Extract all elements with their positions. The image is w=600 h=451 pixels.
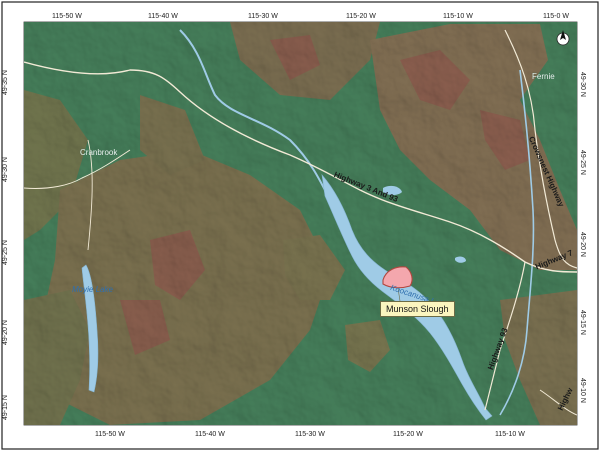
lake-label-moyie: Moyie Lake — [72, 285, 113, 294]
grid-label-right: 49-20 N — [579, 232, 586, 257]
grid-label-left: 49-35 N — [2, 70, 9, 95]
grid-label-top: 115-30 W — [248, 13, 278, 20]
grid-label-right: 49-10 N — [579, 378, 586, 403]
grid-label-right: 49-15 N — [579, 310, 586, 335]
north-arrow-icon — [556, 30, 570, 46]
town-label-fernie: Fernie — [532, 72, 555, 81]
grid-label-top: 115-20 W — [346, 13, 376, 20]
grid-label-right: 49-30 N — [579, 72, 586, 97]
town-label-cranbrook: Cranbrook — [80, 148, 118, 157]
grid-label-top: 115-0 W — [543, 13, 569, 20]
grid-label-bottom: 115-20 W — [393, 431, 423, 438]
grid-label-bottom: 115-40 W — [195, 431, 225, 438]
grid-label-left: 49-25 N — [2, 240, 9, 265]
grid-label-left: 49-20 N — [2, 320, 9, 345]
grid-label-left: 49-15 N — [2, 395, 9, 420]
grid-label-top: 115-10 W — [443, 13, 473, 20]
site-label-munson-slough[interactable]: Munson Slough — [380, 301, 455, 317]
grid-label-top: 115-50 W — [52, 13, 82, 20]
grid-label-bottom: 115-50 W — [95, 431, 125, 438]
grid-label-right: 49-25 N — [579, 150, 586, 175]
grid-label-top: 115-40 W — [148, 13, 178, 20]
grid-label-bottom: 115-10 W — [495, 431, 525, 438]
grid-label-bottom: 115-30 W — [295, 431, 325, 438]
map-frame — [1, 1, 599, 450]
grid-label-left: 49-30 N — [2, 157, 9, 182]
